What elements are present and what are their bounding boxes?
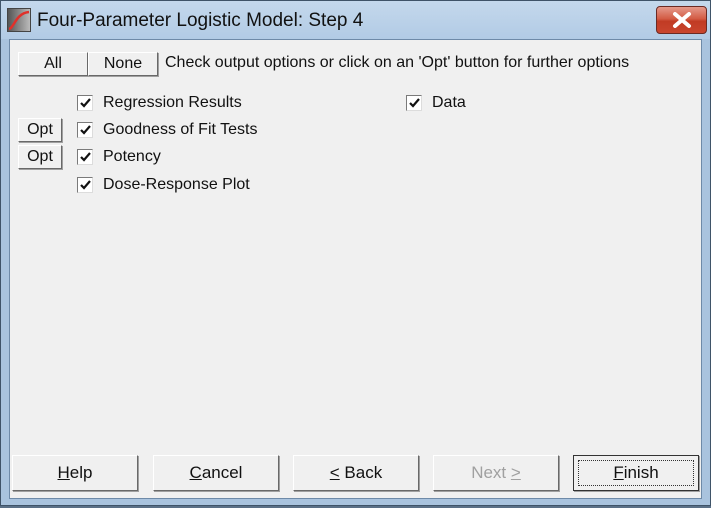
cancel-rest: ancel xyxy=(201,463,243,482)
dialog-body: All None Check output options or click o… xyxy=(9,39,702,499)
checkmark-icon xyxy=(80,125,91,135)
option-data[interactable]: Data xyxy=(406,92,466,114)
select-none-button[interactable]: None xyxy=(88,52,158,76)
option-regression-results[interactable]: Regression Results xyxy=(77,92,242,114)
help-mnemonic: H xyxy=(57,463,70,482)
finish-button[interactable]: Finish xyxy=(573,455,699,491)
data-checkbox[interactable] xyxy=(406,95,422,111)
goodness-of-fit-checkbox[interactable] xyxy=(77,122,93,138)
opt-label: Opt xyxy=(27,121,53,138)
potency-label: Potency xyxy=(103,148,161,165)
instructions-text: Check output options or click on an 'Opt… xyxy=(165,54,630,71)
cancel-button[interactable]: Cancel xyxy=(153,455,279,491)
help-rest: elp xyxy=(69,463,93,482)
option-potency[interactable]: Potency xyxy=(77,146,161,168)
option-dose-response-plot[interactable]: Dose-Response Plot xyxy=(77,174,250,196)
dialog-window: Four-Parameter Logistic Model: Step 4 Al… xyxy=(0,0,711,506)
potency-opt-button[interactable]: Opt xyxy=(18,145,62,169)
opt-label: Opt xyxy=(27,148,53,165)
regression-results-checkbox[interactable] xyxy=(77,95,93,111)
back-rest: Back xyxy=(339,463,383,482)
checkmark-icon xyxy=(80,98,91,108)
back-button[interactable]: < Back xyxy=(293,455,419,491)
regression-results-label: Regression Results xyxy=(103,94,242,111)
select-all-label: All xyxy=(44,55,62,72)
cancel-mnemonic: C xyxy=(189,463,202,482)
goodness-of-fit-opt-button[interactable]: Opt xyxy=(18,118,62,142)
dose-response-plot-label: Dose-Response Plot xyxy=(103,176,250,193)
select-all-button[interactable]: All xyxy=(18,52,88,76)
option-goodness-of-fit[interactable]: Goodness of Fit Tests xyxy=(77,119,257,141)
goodness-of-fit-label: Goodness of Fit Tests xyxy=(103,121,258,138)
checkmark-icon xyxy=(80,180,91,190)
checkmark-icon xyxy=(409,98,420,108)
next-button[interactable]: Next > xyxy=(433,455,559,491)
select-none-label: None xyxy=(103,55,143,72)
potency-checkbox[interactable] xyxy=(77,149,93,165)
checkmark-icon xyxy=(80,152,91,162)
next-mnemonic: > xyxy=(510,463,521,482)
next-prefix: Next xyxy=(471,463,511,482)
back-mnemonic: < xyxy=(329,463,340,482)
focus-rectangle xyxy=(578,460,694,486)
help-button[interactable]: Help xyxy=(12,455,138,491)
data-label: Data xyxy=(432,94,466,111)
dose-response-plot-checkbox[interactable] xyxy=(77,177,93,193)
